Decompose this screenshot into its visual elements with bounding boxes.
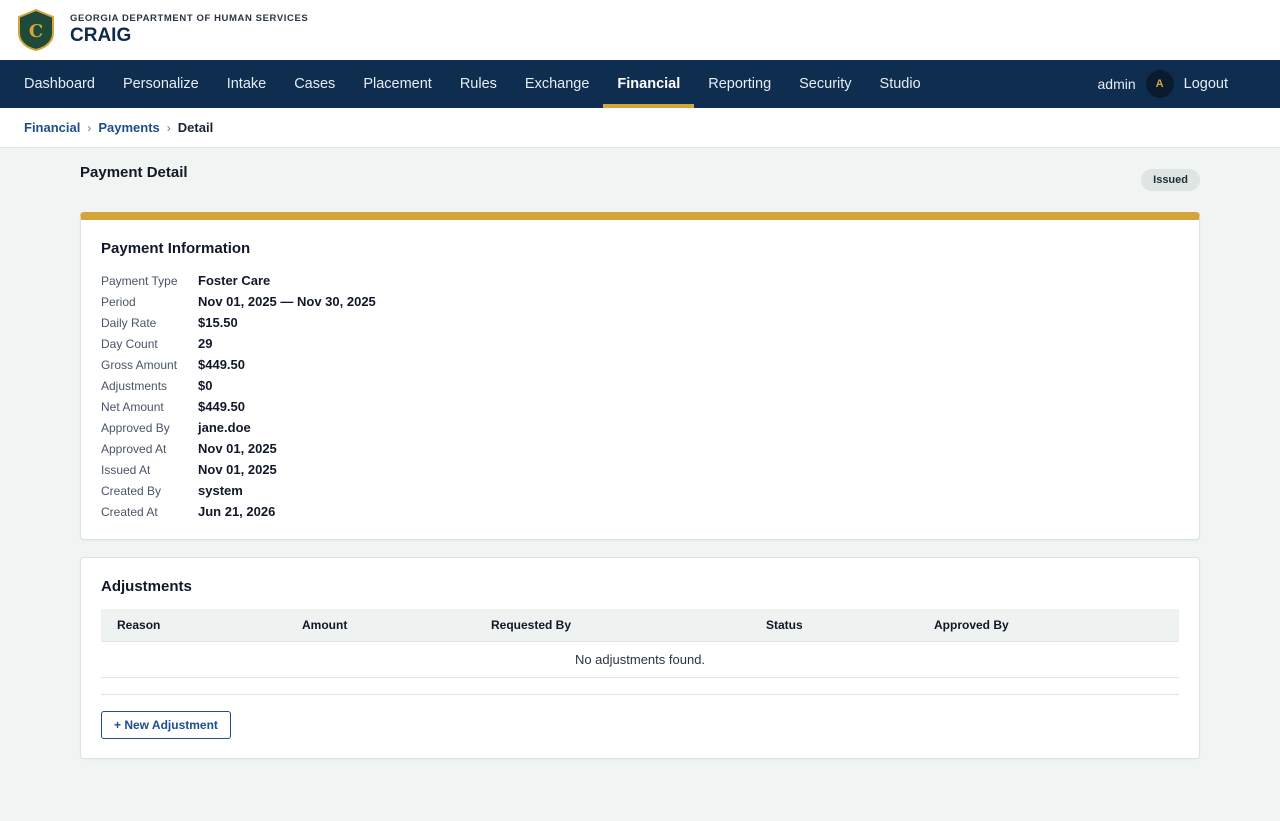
- field-label: Day Count: [101, 336, 158, 351]
- field-value: 29: [198, 336, 213, 351]
- avatar[interactable]: A: [1145, 70, 1174, 98]
- payment-fields: Payment Type Foster Care Period Nov 01, 202…: [101, 270, 1179, 522]
- main-content: Payment Detail Issued Payment Informatio…: [0, 148, 1280, 759]
- field-value: system: [198, 483, 243, 498]
- field-value: $0: [198, 378, 213, 393]
- nav-item-exchange[interactable]: Exchange: [511, 60, 604, 108]
- field-row: Gross Amount $449.50: [101, 354, 1179, 375]
- status-badge: Issued: [1141, 169, 1200, 191]
- field-label: Net Amount: [101, 399, 164, 414]
- field-value: Nov 01, 2025: [198, 441, 277, 456]
- breadcrumb-separator: ›: [166, 120, 171, 135]
- field-label: Issued At: [101, 462, 151, 477]
- field-row: Daily Rate $15.50: [101, 312, 1179, 333]
- table-header-row: Reason Amount Requested By Status Approved B…: [101, 609, 1179, 642]
- field-label: Period: [101, 294, 136, 309]
- field-row: Issued At Nov 01, 2025: [101, 459, 1179, 480]
- divider: [101, 693, 1179, 695]
- adjustments-table: Reason Amount Requested By Status Approved B…: [101, 609, 1179, 678]
- field-row: Day Count 29: [101, 333, 1179, 354]
- nav-item-rules[interactable]: Rules: [446, 60, 511, 108]
- field-row: Net Amount $449.50: [101, 396, 1179, 417]
- app-header: C GEORGIA DEPARTMENT OF HUMAN SERVICES C…: [0, 0, 1280, 60]
- field-value: Jun 21, 2026: [198, 504, 276, 519]
- agency-name: GEORGIA DEPARTMENT OF HUMAN SERVICES: [70, 13, 309, 24]
- field-row: Created By system: [101, 480, 1179, 501]
- nav-item-personalize[interactable]: Personalize: [109, 60, 213, 108]
- nav-item-financial[interactable]: Financial: [603, 60, 695, 108]
- breadcrumb-financial[interactable]: Financial: [24, 120, 80, 135]
- field-value: $449.50: [198, 399, 245, 414]
- field-value: $449.50: [198, 357, 245, 372]
- new-adjustment-button[interactable]: + New Adjustment: [101, 710, 231, 739]
- field-value: Foster Care: [198, 273, 271, 288]
- field-label: Approved At: [101, 441, 167, 456]
- nav-item-security[interactable]: Security: [785, 60, 865, 108]
- main-nav: Dashboard Personalize Intake Cases Placement…: [0, 60, 1280, 108]
- field-label: Gross Amount: [101, 357, 178, 372]
- nav-item-dashboard[interactable]: Dashboard: [10, 60, 109, 108]
- breadcrumb-current: Detail: [177, 120, 214, 135]
- page-header: Payment Detail Issued: [80, 148, 1200, 212]
- nav-item-placement[interactable]: Placement: [349, 60, 446, 108]
- payment-information-title: Payment Information: [101, 240, 251, 257]
- field-value: Nov 01, 2025 — Nov 30, 2025: [198, 294, 376, 309]
- field-label: Payment Type: [101, 273, 178, 288]
- column-header[interactable]: Approved By: [918, 609, 1179, 642]
- field-label: Created At: [101, 504, 158, 519]
- field-label: Created By: [101, 483, 162, 498]
- breadcrumb: Financial › Payments › Detail: [0, 108, 1280, 148]
- nav-item-reporting[interactable]: Reporting: [694, 60, 785, 108]
- field-label: Approved By: [101, 420, 170, 435]
- field-row: Approved By jane.doe: [101, 417, 1179, 438]
- field-row: Approved At Nov 01, 2025: [101, 438, 1179, 459]
- field-row: Payment Type Foster Care: [101, 270, 1179, 291]
- svg-text:C: C: [29, 21, 43, 42]
- table-row: No adjustments found.: [101, 641, 1179, 678]
- logout-link[interactable]: Logout: [1184, 76, 1228, 92]
- shield-logo-icon: C: [18, 9, 54, 51]
- user-area: admin A Logout: [1097, 60, 1228, 108]
- app-name[interactable]: CRAIG: [70, 25, 308, 47]
- field-value: $15.50: [198, 315, 238, 330]
- field-row: Created At Jun 21, 2026: [101, 501, 1179, 522]
- empty-message: No adjustments found.: [101, 641, 1179, 678]
- nav-item-studio[interactable]: Studio: [866, 60, 935, 108]
- page-title: Payment Detail: [80, 164, 188, 181]
- column-header[interactable]: Status: [750, 609, 918, 642]
- username: admin: [1097, 76, 1136, 92]
- column-header[interactable]: Amount: [286, 609, 475, 642]
- field-row: Period Nov 01, 2025 — Nov 30, 2025: [101, 291, 1179, 312]
- brand: GEORGIA DEPARTMENT OF HUMAN SERVICES CRA…: [70, 13, 308, 47]
- column-header[interactable]: Requested By: [475, 609, 750, 642]
- field-label: Adjustments: [101, 378, 168, 393]
- field-value: Nov 01, 2025: [198, 462, 277, 477]
- column-header[interactable]: Reason: [101, 609, 286, 642]
- field-value: jane.doe: [198, 420, 251, 435]
- adjustments-title: Adjustments: [101, 578, 192, 595]
- payment-information-card: Payment Information Payment Type Foster C…: [80, 212, 1200, 540]
- adjustments-card: Adjustments Reason Amount Requested By Stat…: [80, 557, 1200, 759]
- field-label: Daily Rate: [101, 315, 157, 330]
- breadcrumb-separator: ›: [87, 120, 92, 135]
- nav-item-intake[interactable]: Intake: [213, 60, 281, 108]
- breadcrumb-payments[interactable]: Payments: [98, 120, 159, 135]
- field-row: Adjustments $0: [101, 375, 1179, 396]
- nav-item-cases[interactable]: Cases: [280, 60, 349, 108]
